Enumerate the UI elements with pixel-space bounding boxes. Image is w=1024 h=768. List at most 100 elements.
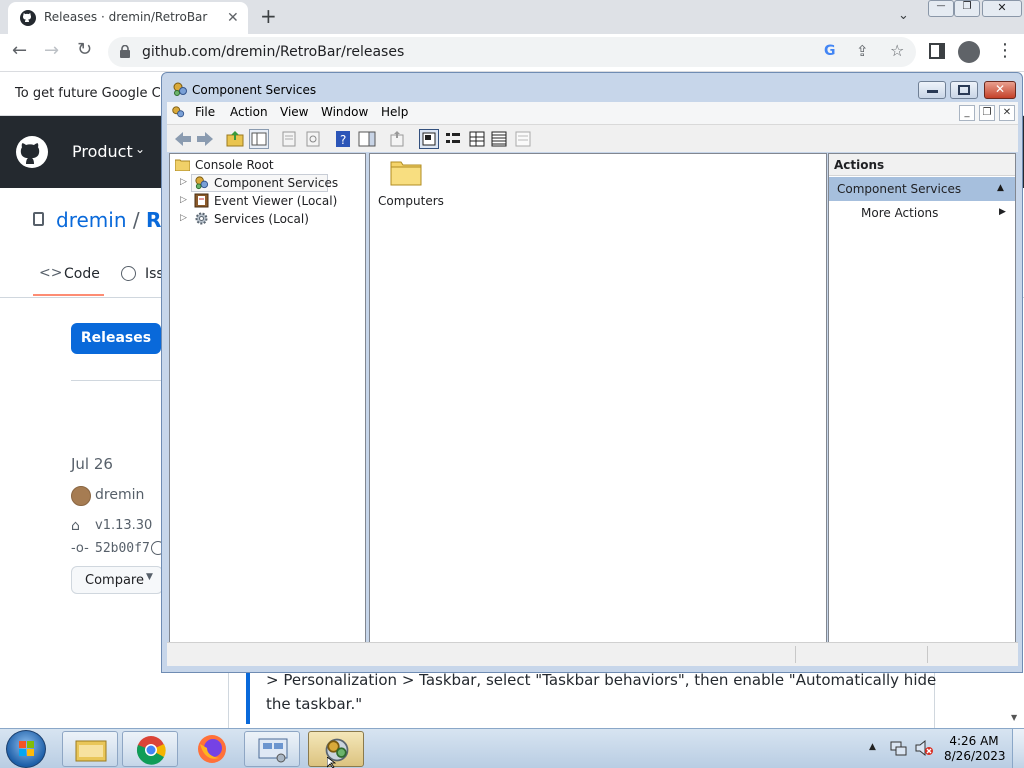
actions-pane: Actions Component Services ▲ More Action… (828, 153, 1016, 644)
windows-taskbar: ▲ 4:26 AM 8/26/2023 (0, 728, 1024, 768)
child-close-button[interactable]: ✕ (999, 105, 1015, 121)
more-actions-label: More Actions (861, 206, 939, 220)
computers-folder-item[interactable]: Computers (372, 158, 444, 210)
releases-button[interactable]: Releases (71, 323, 161, 354)
network-icon[interactable] (890, 739, 908, 757)
detail-view-icon[interactable] (489, 129, 509, 149)
browser-restore-button[interactable]: ❐ (954, 0, 980, 17)
menu-kebab-icon[interactable]: ⋮ (996, 40, 1014, 61)
component-services-icon (194, 175, 209, 190)
menu-file[interactable]: File (195, 105, 215, 119)
bookmark-star-icon[interactable]: ☆ (890, 41, 904, 60)
compare-label: Compare (85, 573, 144, 588)
mmc-menubar: File Action View Window Help _ ❐ ✕ (167, 102, 1018, 124)
browser-toolbar: ← → ↻ github.com/dremin/RetroBar/release… (0, 34, 1024, 72)
browser-close-button[interactable]: ✕ (982, 0, 1022, 17)
share-icon[interactable]: ⇪ (856, 42, 869, 60)
status-view-icon[interactable] (513, 129, 533, 149)
clock-time: 4:26 AM (949, 734, 999, 748)
maximize-icon (958, 85, 970, 95)
scroll-down-arrow-icon[interactable]: ▼ (1011, 713, 1017, 722)
collapse-up-icon[interactable]: ▲ (997, 183, 1004, 193)
forward-icon[interactable]: → (44, 40, 59, 61)
refresh-icon[interactable] (303, 129, 323, 149)
actions-section-component-services[interactable]: Component Services ▲ (829, 177, 1015, 201)
minimize-icon (927, 90, 938, 93)
mmc-maximize-button[interactable] (950, 81, 978, 99)
component-services-window: Component Services ✕ File Action View Wi… (161, 72, 1023, 673)
browser-tab[interactable]: Releases · dremin/RetroBar ✕ (8, 2, 248, 34)
show-desktop-button[interactable] (1012, 729, 1024, 768)
back-icon[interactable]: ← (12, 40, 27, 61)
expand-arrow-icon[interactable]: ▷ (180, 213, 187, 223)
taskbar-explorer[interactable] (62, 731, 118, 767)
mmc-minimize-button[interactable] (918, 81, 946, 99)
menu-view[interactable]: View (280, 105, 308, 119)
list-view-icon[interactable] (467, 129, 487, 149)
tab-title: Releases · dremin/RetroBar (44, 10, 208, 24)
release-author[interactable]: dremin (95, 487, 144, 503)
taskbar-chrome[interactable] (122, 731, 178, 767)
close-icon: ✕ (995, 82, 1006, 96)
release-tag[interactable]: v1.13.30 (95, 518, 152, 533)
help-icon[interactable]: ? (333, 129, 353, 149)
release-notes-quote: > Personalization > Taskbar, select "Tas… (266, 668, 936, 716)
code-icon: <> (39, 265, 63, 281)
export-list-icon[interactable] (387, 129, 407, 149)
tab-search-chevron-icon[interactable]: ⌄ (898, 8, 909, 23)
address-bar[interactable]: github.com/dremin/RetroBar/releases G ⇪ … (108, 37, 916, 67)
github-logo-icon[interactable] (16, 136, 48, 168)
repo-separator: / (132, 208, 140, 232)
infobar-text: To get future Google Chro (15, 86, 182, 101)
forward-arrow-icon[interactable] (195, 129, 215, 149)
file-explorer-icon (75, 738, 107, 762)
show-hide-action-pane-icon[interactable] (357, 129, 377, 149)
product-menu[interactable]: Product (72, 142, 133, 161)
mouse-cursor-icon (327, 757, 337, 768)
console-tree-pane[interactable]: Console Root ▷ Component Services ▷ Even… (169, 153, 366, 644)
up-folder-icon[interactable] (225, 129, 245, 149)
volume-muted-icon[interactable] (914, 739, 934, 757)
large-icons-view-icon[interactable] (419, 129, 439, 149)
browser-tabstrip: Releases · dremin/RetroBar ✕ + ⌄ — ❐ ✕ (0, 0, 1024, 34)
taskbar-control-panel[interactable] (244, 731, 300, 767)
services-gear-icon (194, 211, 209, 226)
tree-console-root[interactable]: Console Root (170, 156, 360, 174)
google-lens-icon[interactable]: G (824, 43, 836, 59)
product-chevron-icon: ⌄ (135, 142, 146, 156)
child-restore-button[interactable]: ❐ (979, 105, 995, 121)
start-button[interactable] (6, 730, 46, 768)
result-pane[interactable]: Computers (369, 153, 827, 644)
more-actions-item[interactable]: More Actions ▶ (829, 203, 1015, 223)
expand-arrow-icon[interactable]: ▷ (180, 177, 187, 187)
mmc-close-button[interactable]: ✕ (984, 81, 1016, 99)
tree-item-services[interactable]: ▷ Services (Local) (170, 210, 340, 228)
expand-arrow-icon[interactable]: ▷ (180, 195, 187, 205)
release-commit[interactable]: 52b00f7 (95, 541, 150, 556)
show-hidden-icons-icon[interactable]: ▲ (869, 742, 876, 752)
properties-icon[interactable] (279, 129, 299, 149)
menu-help[interactable]: Help (381, 105, 408, 119)
menu-action[interactable]: Action (230, 105, 268, 119)
new-tab-icon[interactable]: + (260, 4, 277, 28)
side-panel-icon[interactable] (929, 43, 945, 59)
tree-item-component-services[interactable]: ▷ Component Services (170, 174, 340, 192)
compare-button[interactable]: Compare ▼ (71, 566, 163, 594)
taskbar-firefox[interactable] (184, 731, 240, 767)
profile-avatar-icon[interactable] (958, 41, 980, 63)
repo-owner-link[interactable]: dremin (56, 208, 127, 232)
tab-code[interactable]: Code (64, 266, 100, 282)
small-icons-view-icon[interactable] (443, 129, 463, 149)
child-minimize-button[interactable]: _ (959, 105, 975, 121)
show-hide-tree-icon[interactable] (249, 129, 269, 149)
taskbar-clock[interactable]: 4:26 AM 8/26/2023 (944, 734, 1006, 764)
browser-minimize-button[interactable]: — (928, 0, 954, 17)
release-date: Jul 26 (71, 455, 113, 473)
back-arrow-icon[interactable] (173, 129, 193, 149)
author-avatar[interactable] (71, 486, 91, 506)
tab-close-icon[interactable]: ✕ (227, 10, 239, 26)
mmc-child-system-icon[interactable] (171, 105, 185, 119)
reload-icon[interactable]: ↻ (77, 39, 92, 60)
menu-window[interactable]: Window (321, 105, 368, 119)
tree-item-event-viewer[interactable]: ▷ Event Viewer (Local) (170, 192, 340, 210)
